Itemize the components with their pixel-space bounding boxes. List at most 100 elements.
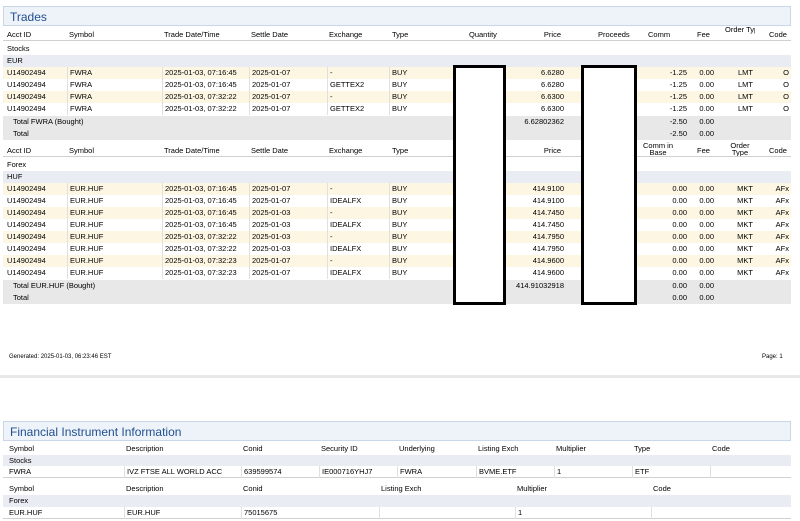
trades-header-row: Acct ID Symbol Trade Date/Time Settle Da… [3, 26, 791, 41]
cell-code: AFx [775, 184, 789, 193]
cell-trade-date: 2025-01-03, 07:16:45 [162, 79, 249, 91]
cell-trade-date: 2025-01-03, 07:16:45 [162, 67, 249, 79]
cell-settle-date: 2025-01-03 [249, 243, 327, 255]
cell-symbol: EUR.HUF [67, 183, 162, 195]
cell-fee: 0.00 [699, 80, 714, 89]
total-fee: 0.00 [699, 117, 714, 126]
cell-comm: -1.25 [669, 68, 687, 77]
cell-code: AFx [775, 244, 789, 253]
col-code: Code [769, 30, 787, 39]
total-comm: 0.00 [672, 293, 687, 302]
cell-exchange: - [327, 67, 389, 79]
forex-total2-row: Total 0.00 0.00 [3, 292, 791, 304]
cell-acct-id: U14902494 [7, 208, 46, 217]
cell-exchange: GETTEX2 [327, 103, 389, 115]
cell-type: BUY [389, 183, 437, 195]
col-quantity: Quantity [469, 30, 497, 39]
cell-fee: 0.00 [699, 232, 714, 241]
cell-fee: 0.00 [699, 68, 714, 77]
cell-trade-date: 2025-01-03, 07:32:22 [162, 91, 249, 103]
table-row: U14902494 EUR.HUF 2025-01-03, 07:32:22 2025… [3, 231, 791, 243]
cell-settle-date: 2025-01-07 [249, 67, 327, 79]
currency-label: EUR [7, 56, 23, 65]
cell-trade-date: 2025-01-03, 07:32:23 [162, 255, 249, 267]
table-row: U14902494 FWRA 2025-01-03, 07:32:22 2025-01… [3, 91, 791, 103]
cell-acct-id: U14902494 [7, 80, 46, 89]
cell-symbol: EUR.HUF [67, 267, 162, 279]
cell-exchange: - [327, 183, 389, 195]
cell-exchange: - [327, 91, 389, 103]
currency-eur: EUR [3, 55, 791, 67]
cell-price: 414.7950 [532, 232, 564, 241]
cell-price: 414.9600 [532, 256, 564, 265]
cell-settle-date: 2025-01-07 [249, 183, 327, 195]
col-settle-date: Settle Date [251, 146, 289, 155]
cell-symbol: EUR.HUF [9, 508, 43, 517]
cell-acct-id: U14902494 [7, 92, 46, 101]
cell-symbol: FWRA [67, 79, 162, 91]
cell-trade-date: 2025-01-03, 07:16:45 [162, 219, 249, 231]
col-acct-id: Acct ID [7, 30, 32, 39]
cell-order-type: MKT [737, 184, 753, 193]
cell-trade-date: 2025-01-03, 07:16:45 [162, 207, 249, 219]
category-forex: Forex [3, 159, 791, 171]
cell-price: 414.9100 [532, 196, 564, 205]
cell-fee: 0.00 [699, 92, 714, 101]
redaction-box-proceeds [581, 65, 637, 305]
col-comm: Comm [648, 30, 671, 39]
stock-total2-row: Total -2.50 0.00 [3, 128, 791, 140]
total-price: 414.91032918 [516, 281, 564, 290]
table-row: U14902494 EUR.HUF 2025-01-03, 07:16:45 2025… [3, 219, 791, 231]
fin-header-row-2: Symbol Description Conid Listing Exch Mu… [3, 483, 791, 495]
currency-huf: HUF [3, 171, 791, 183]
cell-fee: 0.00 [699, 220, 714, 229]
cell-code: AFx [775, 220, 789, 229]
cell-multiplier: 1 [554, 466, 632, 478]
cell-acct-id: U14902494 [7, 184, 46, 193]
col-acct-id: Acct ID [7, 146, 32, 155]
cell-acct-id: U14902494 [7, 220, 46, 229]
cell-symbol: FWRA [67, 103, 162, 115]
cell-listing-exch [379, 507, 515, 519]
category-label: Forex [9, 496, 29, 505]
redaction-box-quantity [453, 65, 506, 305]
cell-settle-date: 2025-01-07 [249, 79, 327, 91]
cell-type: BUY [389, 103, 437, 115]
col-order-type: Order Type [730, 142, 750, 156]
cell-settle-date: 2025-01-07 [249, 267, 327, 279]
col-multiplier: Multiplier [556, 444, 587, 453]
cell-trade-date: 2025-01-03, 07:32:22 [162, 231, 249, 243]
cell-code: AFx [775, 196, 789, 205]
cell-fee: 0.00 [699, 244, 714, 253]
cell-type: BUY [389, 219, 437, 231]
cell-code: AFx [775, 232, 789, 241]
col-description: Description [126, 484, 164, 493]
cell-fee: 0.00 [699, 196, 714, 205]
col-symbol: Symbol [9, 444, 35, 453]
cell-symbol: FWRA [67, 67, 162, 79]
total-comm: -2.50 [669, 129, 687, 138]
col-fee: Fee [697, 30, 710, 39]
cell-code: AFx [775, 208, 789, 217]
col-code: Code [769, 146, 787, 155]
cell-type: ETF [632, 466, 710, 478]
cell-code: O [783, 104, 789, 113]
cell-symbol: EUR.HUF [67, 195, 162, 207]
cell-underlying: FWRA [397, 466, 476, 478]
cell-comm-in-base: 0.00 [672, 208, 687, 217]
total-price: 6.62802362 [524, 117, 564, 126]
col-proceeds: Proceeds [598, 30, 630, 39]
col-symbol: Symbol [9, 484, 35, 493]
cell-price: 414.9600 [532, 268, 564, 277]
col-code: Code [653, 484, 671, 493]
cell-exchange: IDEALFX [327, 243, 389, 255]
table-row: U14902494 EUR.HUF 2025-01-03, 07:32:22 2025… [3, 243, 791, 255]
cell-fee: 0.00 [699, 208, 714, 217]
cell-comm-in-base: 0.00 [672, 220, 687, 229]
cell-code [710, 466, 788, 478]
cell-settle-date: 2025-01-03 [249, 219, 327, 231]
fin-stock-row: FWRA IVZ FTSE ALL WORLD ACC 639599574 IE… [3, 466, 791, 478]
fin-header-row: Symbol Description Conid Security ID Und… [3, 443, 791, 455]
cell-code: O [783, 92, 789, 101]
col-exchange: Exchange [329, 30, 363, 39]
